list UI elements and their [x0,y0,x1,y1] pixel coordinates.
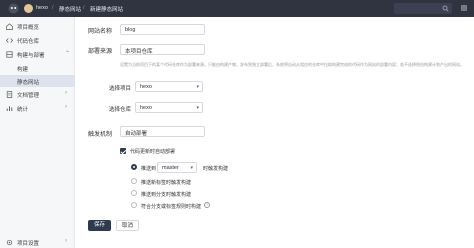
push-branch-value: master [162,165,179,171]
build-icon [6,51,13,58]
home-icon [6,23,13,30]
search-icon [442,5,449,12]
radio-branch-label: 推送到分支时触发构建 [141,192,192,198]
source-hint: 设置为当前项目下的某个代码仓库作为部署来源。只能由构建产物，发布到独立部署后，系… [120,62,464,67]
chevron-down-icon: ▾ [196,105,199,111]
chevron-right-icon: › [65,238,67,244]
radio-custom-rule[interactable] [131,202,137,208]
sidebar-item-label: 代码仓库 [17,39,40,45]
sidebar-item-project-settings[interactable]: 项目设置 › [0,236,75,248]
sidebar-item-label: 文档管理 [17,93,40,99]
project-label: 选择项目 [109,86,132,92]
logo-icon[interactable] [8,3,19,14]
save-button[interactable]: 保存 [88,220,111,231]
radio-new-tag-label: 推送新标签时触发构建 [141,180,192,186]
trigger-label: 触发机制 [88,132,113,138]
breadcrumb-static-site[interactable]: 静态网站 [59,5,81,13]
repo-select-value: hexo [140,105,152,111]
chevron-down-icon: ▾ [190,165,193,171]
source-select[interactable]: 本项目仓库 [120,44,205,55]
radio-push-branch[interactable] [131,164,137,170]
sidebar-item-static-site[interactable]: 静态网站 [0,75,75,87]
chevron-down-icon: ▾ [196,84,199,90]
sidebar: 项目概览 代码仓库 构建与部署 ⌃ 构建 静态网站 文档管理 › 统计 › [0,17,75,248]
radio-new-tag[interactable] [131,178,137,184]
breadcrumb-separator: / [83,5,85,11]
gear-icon [6,239,13,246]
site-name-input[interactable]: blog [120,24,205,35]
cancel-button[interactable]: 取消 [116,220,139,231]
sidebar-item-docs[interactable]: 文档管理 › [0,88,75,100]
source-select-value: 本项目仓库 [125,49,153,55]
sidebar-item-label: 构建与部署 [17,53,45,59]
breadcrumb-project[interactable]: hexo [36,5,48,11]
radio-push-prefix: 推送到 [141,166,157,172]
chevron-right-icon: › [65,104,67,110]
breadcrumb-separator: / [52,5,54,11]
top-bar: hexo / 静态网站 / 新建静态网站 [0,0,474,17]
radio-branch[interactable] [131,190,137,196]
stats-icon [6,106,13,111]
sidebar-item-build[interactable]: 构建 [0,62,75,74]
chevron-up-icon: ⌃ [65,51,71,57]
radio-push-suffix: 时触发构建 [203,166,229,172]
breadcrumb-current: 新建静态网站 [90,7,124,13]
menu-icon[interactable] [460,4,468,12]
sidebar-item-label: 项目设置 [17,241,40,247]
project-avatar [24,4,33,13]
repo-label: 选择仓库 [109,107,132,113]
doc-icon [6,91,13,98]
source-label: 部署来源 [88,49,113,55]
site-name-label: 网站名称 [88,29,113,35]
help-icon[interactable]: ? [204,202,210,208]
sidebar-item-code[interactable]: 代码仓库 [0,34,75,46]
code-icon [6,38,13,43]
auto-deploy-checkbox[interactable] [120,148,126,154]
repo-select[interactable]: hexo ▾ [135,102,203,113]
auto-deploy-label: 代码更新时自动部署 [130,149,176,155]
sidebar-item-label: 项目概览 [17,25,40,31]
search-input[interactable] [394,3,452,14]
sidebar-item-build-deploy[interactable]: 构建与部署 ⌃ [0,48,75,60]
sidebar-item-stats[interactable]: 统计 › [0,102,75,114]
trigger-select[interactable]: 自动部署 [120,126,205,137]
push-branch-select[interactable]: master ▾ [157,162,197,173]
project-select-value: hexo [140,84,152,90]
sidebar-item-label: 静态网站 [17,80,40,86]
trigger-select-value: 自动部署 [125,131,148,137]
sidebar-item-label: 构建 [17,67,29,73]
sidebar-item-overview[interactable]: 项目概览 [0,20,75,32]
sidebar-item-label: 统计 [17,107,29,113]
chevron-right-icon: › [65,90,67,96]
radio-custom-rule-label: 符合分支或标签规则时构建 [141,204,202,210]
project-select[interactable]: hexo ▾ [135,81,203,92]
